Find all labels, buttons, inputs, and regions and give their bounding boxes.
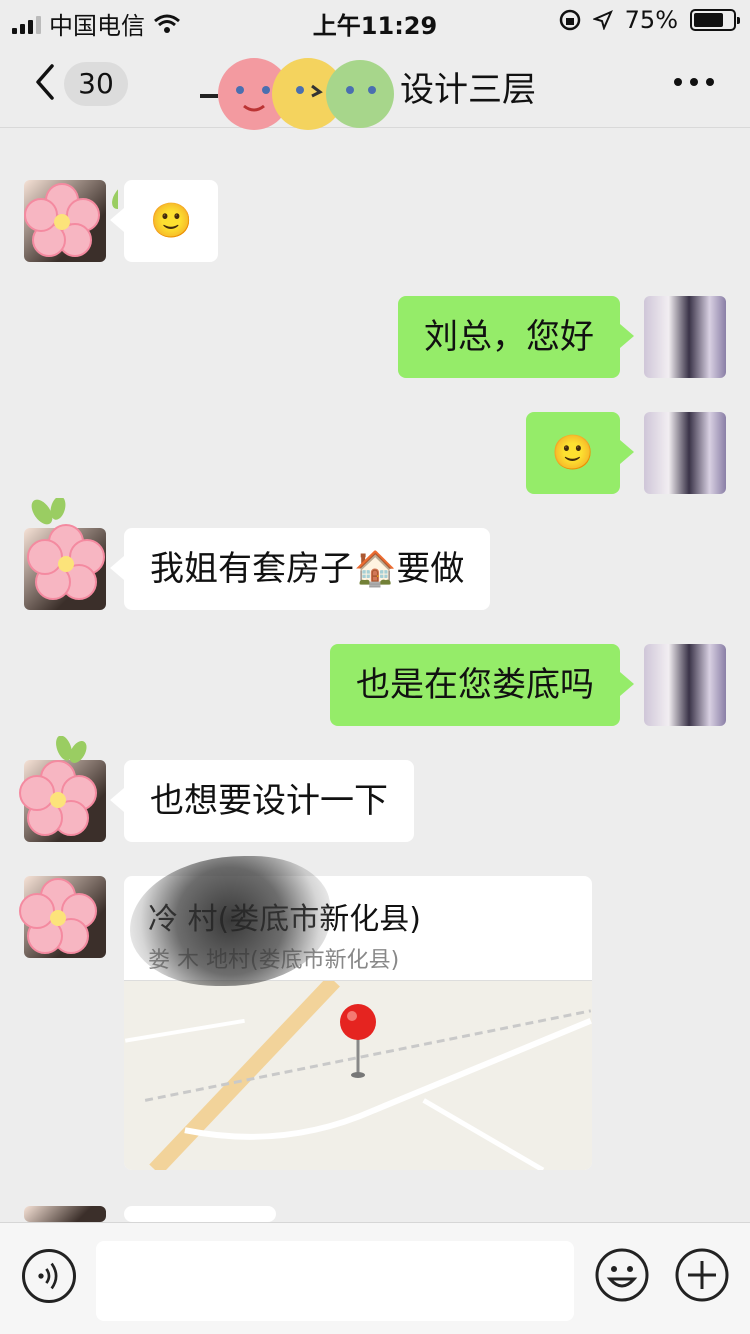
message-bubble-incoming[interactable]: 我姐有套房子🏠要做 — [109, 528, 491, 610]
flower-sticker-icon — [27, 498, 105, 600]
my-avatar[interactable] — [644, 296, 726, 378]
status-right-group: 75% — [559, 6, 740, 34]
contact-avatar[interactable] — [19, 736, 106, 842]
contact-avatar[interactable] — [24, 1206, 106, 1222]
message-text: 🙂 — [551, 433, 594, 473]
message-bubble-incoming[interactable]: 也想要设计一下 — [110, 760, 414, 842]
contact-avatar[interactable] — [19, 876, 106, 958]
battery-icon — [690, 9, 740, 31]
fruit-sticker-icon — [200, 58, 394, 130]
emoji-icon[interactable] — [594, 1247, 650, 1303]
message-bubble-outgoing[interactable]: 刘总，您好 — [398, 296, 634, 378]
message-bubble-outgoing[interactable]: 也是在您娄底吗 — [330, 644, 634, 726]
input-bar — [0, 1222, 750, 1334]
my-avatar[interactable] — [644, 412, 726, 494]
contact-avatar[interactable] — [24, 180, 118, 262]
voice-icon[interactable] — [22, 1249, 76, 1303]
message-text: 我姐有套房子🏠要做 — [150, 549, 465, 589]
more-dots-icon[interactable] — [674, 78, 714, 86]
message-text: 🙂 — [150, 201, 193, 241]
map-pin-icon — [340, 1004, 376, 1078]
flower-sticker-icon — [19, 736, 97, 836]
my-avatar[interactable] — [644, 644, 726, 726]
message-text: 也是在您娄底吗 — [356, 665, 594, 705]
chat-header: 30 设计三层 — [0, 40, 750, 130]
battery-percent: 75% — [624, 6, 678, 34]
location-arrow-icon — [592, 10, 613, 30]
plus-icon[interactable] — [674, 1247, 730, 1303]
message-bubble-incoming[interactable] — [110, 1206, 276, 1258]
message-text: 也想要设计一下 — [150, 781, 388, 821]
orientation-lock-icon — [559, 9, 580, 31]
flower-sticker-icon — [24, 183, 118, 257]
contact-avatar[interactable] — [24, 498, 106, 610]
message-input[interactable] — [96, 1241, 574, 1321]
chevron-left-icon[interactable] — [28, 60, 68, 104]
message-bubble-incoming[interactable]: 🙂 — [109, 180, 219, 262]
message-text: 刘总，您好 — [424, 317, 594, 357]
battery-fill — [694, 13, 723, 27]
chat-title: 设计三层 — [400, 70, 536, 110]
flower-sticker-icon — [19, 878, 97, 954]
unread-count-badge[interactable]: 30 — [64, 62, 128, 106]
message-bubble-outgoing[interactable]: 🙂 — [525, 412, 635, 494]
status-bar: 中国电信 上午11:29 75% — [0, 0, 750, 40]
